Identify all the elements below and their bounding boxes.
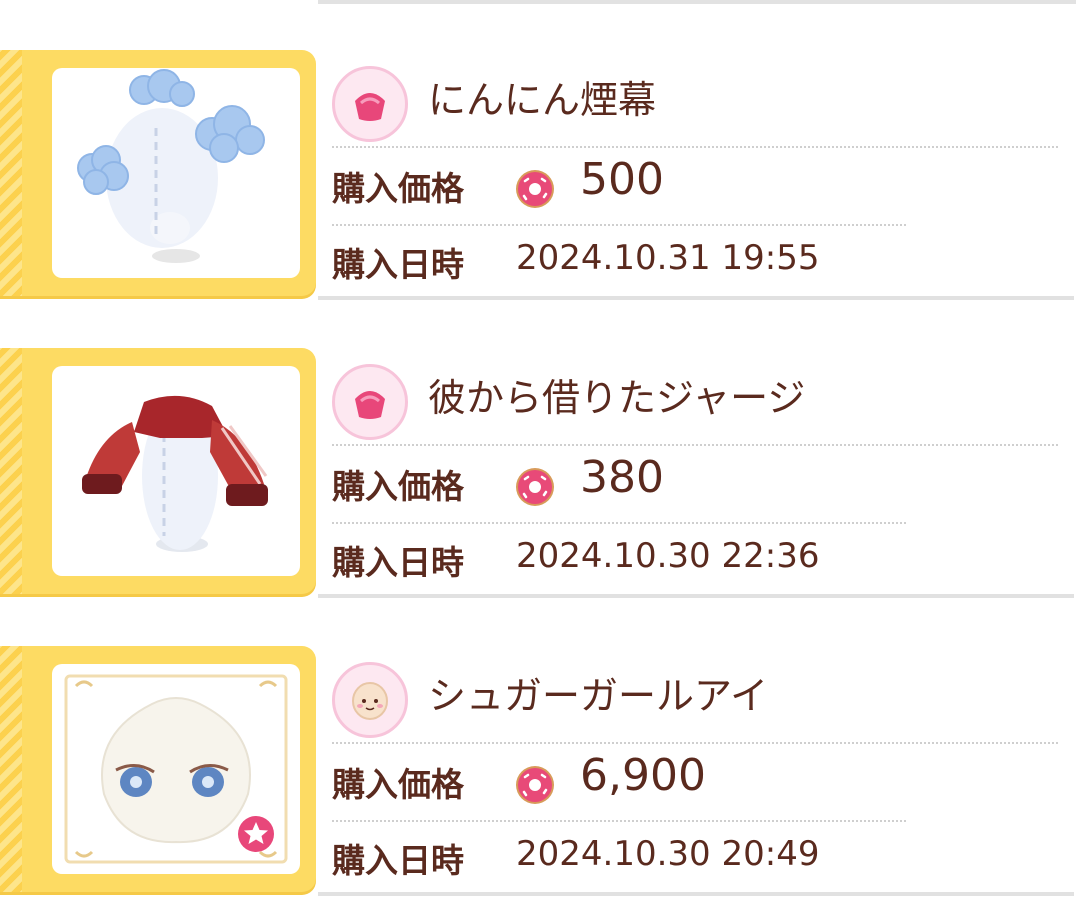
divider	[332, 522, 906, 524]
outfit-category-icon	[332, 66, 408, 142]
item-name: 彼から借りたジャージ	[428, 376, 806, 420]
item-price: 380	[580, 452, 664, 503]
divider	[332, 742, 1058, 744]
item-thumbnail-frame	[0, 348, 316, 594]
divider	[332, 444, 1058, 446]
purchase-row[interactable]: にんにん煙幕 購入価格 500 購入日時 2024.10.31 19:55	[0, 50, 1076, 300]
item-name: シュガーガールアイ	[428, 674, 769, 718]
divider	[332, 224, 906, 226]
outfit-category-icon	[332, 364, 408, 440]
cloud-smoke-thumbnail	[52, 68, 300, 278]
divider	[332, 820, 906, 822]
donut-currency-icon	[516, 468, 554, 506]
blue-eyes-thumbnail	[52, 664, 300, 874]
date-label: 購入日時	[332, 543, 464, 582]
item-price: 500	[580, 154, 664, 205]
track-jacket-icon	[82, 395, 268, 552]
item-price: 6,900	[580, 750, 706, 801]
purchase-datetime: 2024.10.30 20:49	[516, 834, 820, 874]
donut-currency-icon	[516, 766, 554, 804]
date-label: 購入日時	[332, 245, 464, 284]
top-divider	[318, 0, 1076, 4]
price-label: 購入価格	[332, 467, 464, 506]
purchase-row[interactable]: シュガーガールアイ 購入価格 6,900 購入日時 2024.10.30 20:…	[0, 646, 1076, 896]
eyes-face-icon	[64, 674, 288, 864]
purchase-datetime: 2024.10.30 22:36	[516, 536, 820, 576]
purchase-row[interactable]: 彼から借りたジャージ 購入価格 380 購入日時 2024.10.30 22:3…	[0, 348, 1076, 598]
divider	[332, 146, 1058, 148]
date-label: 購入日時	[332, 841, 464, 880]
cloud-smoke-icon	[77, 69, 265, 263]
price-label: 購入価格	[332, 169, 464, 208]
purchase-datetime: 2024.10.31 19:55	[516, 238, 820, 278]
face-category-icon	[332, 662, 408, 738]
donut-currency-icon	[516, 170, 554, 208]
item-name: にんにん煙幕	[428, 78, 657, 122]
item-thumbnail-frame	[0, 646, 316, 892]
price-label: 購入価格	[332, 765, 464, 804]
item-thumbnail-frame	[0, 50, 316, 296]
track-jacket-thumbnail	[52, 366, 300, 576]
